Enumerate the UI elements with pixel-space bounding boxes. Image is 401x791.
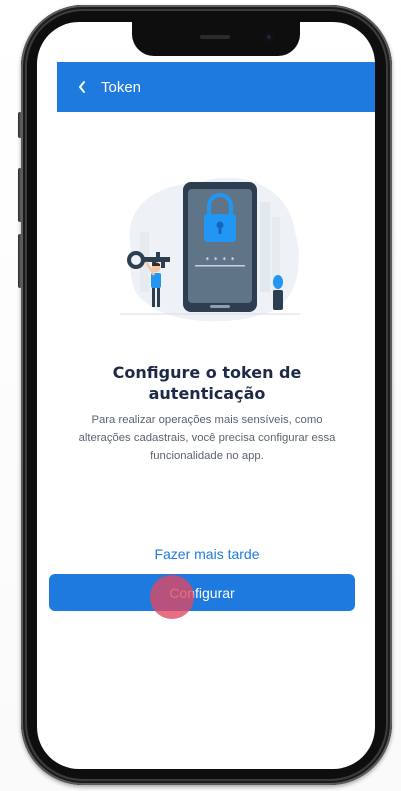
- screenshot-stage: Token * * * * Configure o token de auten…: [0, 0, 401, 791]
- notch: [132, 22, 300, 56]
- front-camera: [265, 33, 273, 41]
- description-line-1: Para realizar operações mais sensíveis, …: [91, 414, 323, 426]
- phone-lock-key-illustration: * * * *: [120, 177, 300, 322]
- title-line-1: Configure o token de: [112, 363, 302, 382]
- phone-screen: Token * * * * Configure o token de auten…: [37, 22, 375, 769]
- chevron-left-icon: [79, 81, 85, 93]
- description-line-3: funcionalidade no app.: [150, 450, 264, 462]
- password-mask-text: * * * *: [205, 256, 235, 264]
- description-text: Para realizar operações mais sensíveis, …: [49, 411, 365, 465]
- header-title: Token: [101, 78, 142, 96]
- page-title: Configure o token de autenticação: [57, 362, 357, 404]
- configure-button[interactable]: Configurar: [49, 574, 355, 611]
- description-line-2: alterações cadastrais, você precisa conf…: [78, 432, 336, 444]
- configure-button-label: Configurar: [169, 584, 235, 601]
- back-button[interactable]: [65, 62, 99, 112]
- speaker-grille: [200, 35, 230, 39]
- do-later-link[interactable]: Fazer mais tarde: [57, 546, 357, 562]
- title-line-2: autenticação: [148, 384, 266, 403]
- app-header: Token: [57, 62, 375, 112]
